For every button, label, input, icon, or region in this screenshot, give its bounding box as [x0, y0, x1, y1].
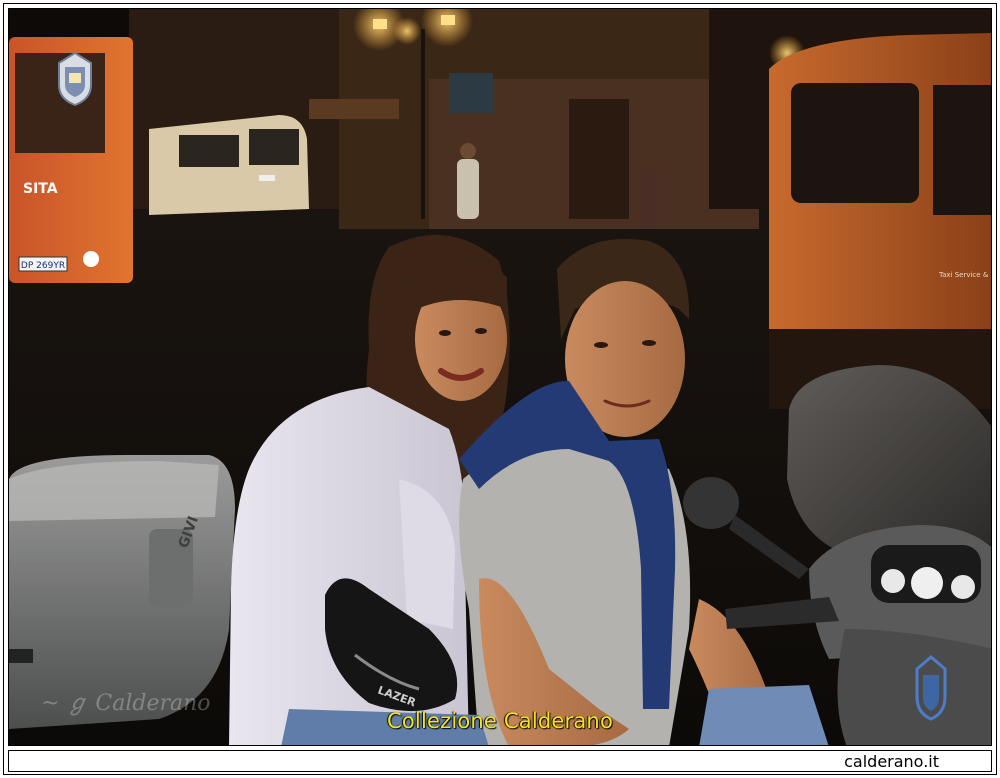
photograph: DP 269YR SITA Taxi Service & Rent a Car …	[8, 8, 992, 746]
crest-logo-top	[55, 49, 95, 107]
footer-bar: calderano.it	[8, 750, 992, 772]
site-name-link[interactable]: calderano.it	[844, 752, 939, 771]
svg-text:SITA: SITA	[23, 181, 58, 197]
collection-caption: Collezione Calderano	[387, 709, 613, 733]
svg-text:DP 269YR: DP 269YR	[21, 261, 65, 271]
svg-text:Taxi Service & Rent a Car: Taxi Service & Rent a Car	[938, 271, 992, 279]
